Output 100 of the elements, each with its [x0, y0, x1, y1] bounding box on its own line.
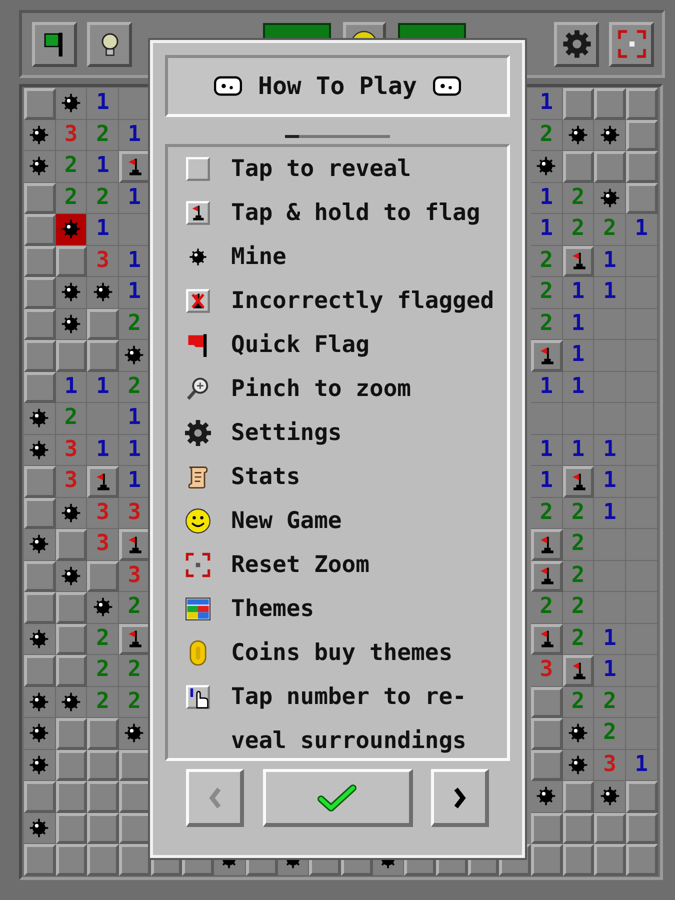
covered-tile[interactable] [56, 750, 88, 781]
number-tile[interactable]: 2 [562, 529, 594, 560]
covered-tile[interactable] [56, 812, 88, 844]
number-tile[interactable]: 1 [562, 277, 594, 308]
number-tile[interactable]: 1 [594, 498, 626, 529]
flagged-tile[interactable] [119, 529, 151, 560]
revealed-tile[interactable] [24, 403, 56, 434]
flagged-tile[interactable] [119, 151, 151, 182]
covered-tile[interactable] [24, 498, 56, 529]
number-tile[interactable]: 1 [56, 372, 88, 403]
number-tile[interactable]: 2 [562, 686, 594, 718]
revealed-tile[interactable] [24, 624, 56, 655]
covered-tile[interactable] [56, 246, 88, 277]
covered-tile[interactable] [56, 781, 88, 812]
number-tile[interactable]: 3 [594, 750, 626, 781]
covered-tile[interactable] [626, 812, 658, 844]
number-tile[interactable]: 2 [594, 686, 626, 718]
revealed-tile[interactable] [56, 308, 88, 340]
number-tile[interactable]: 2 [562, 560, 594, 592]
number-tile[interactable]: 2 [562, 214, 594, 246]
covered-tile[interactable] [87, 718, 120, 750]
number-tile[interactable]: 1 [119, 403, 151, 434]
covered-tile[interactable] [24, 182, 56, 214]
covered-tile[interactable] [24, 308, 56, 340]
number-tile[interactable]: 1 [594, 277, 626, 308]
covered-tile[interactable] [119, 844, 151, 876]
number-tile[interactable]: 2 [531, 120, 563, 151]
number-tile[interactable]: 2 [531, 277, 563, 308]
number-tile[interactable]: 1 [562, 372, 594, 403]
number-tile[interactable]: 1 [87, 372, 120, 403]
covered-tile[interactable] [87, 844, 120, 876]
revealed-tile[interactable] [562, 750, 594, 781]
flagged-tile[interactable] [531, 340, 563, 372]
flag-button[interactable] [32, 22, 77, 66]
revealed-tile[interactable] [87, 277, 120, 308]
covered-tile[interactable] [531, 686, 563, 718]
number-tile[interactable]: 1 [119, 277, 151, 308]
number-tile[interactable]: 2 [56, 403, 88, 434]
covered-tile[interactable] [56, 655, 88, 686]
covered-tile[interactable] [56, 718, 88, 750]
number-tile[interactable]: 1 [562, 308, 594, 340]
covered-tile[interactable] [562, 812, 594, 844]
number-tile[interactable]: 2 [531, 592, 563, 624]
number-tile[interactable]: 2 [562, 498, 594, 529]
revealed-tile[interactable] [24, 151, 56, 182]
number-tile[interactable]: 1 [531, 434, 563, 466]
number-tile[interactable]: 2 [594, 214, 626, 246]
covered-tile[interactable] [56, 592, 88, 624]
flagged-tile[interactable] [87, 466, 120, 498]
covered-tile[interactable] [87, 812, 120, 844]
number-tile[interactable]: 2 [87, 655, 120, 686]
covered-tile[interactable] [24, 844, 56, 876]
number-tile[interactable]: 2 [594, 718, 626, 750]
number-tile[interactable]: 1 [594, 466, 626, 498]
revealed-tile[interactable] [24, 120, 56, 151]
number-tile[interactable]: 3 [56, 434, 88, 466]
number-tile[interactable]: 1 [531, 182, 563, 214]
covered-tile[interactable] [24, 277, 56, 308]
revealed-tile[interactable] [24, 718, 56, 750]
covered-tile[interactable] [594, 844, 626, 876]
covered-tile[interactable] [87, 560, 120, 592]
flagged-tile[interactable] [562, 655, 594, 686]
covered-tile[interactable] [562, 151, 594, 182]
covered-tile[interactable] [56, 624, 88, 655]
covered-tile[interactable] [24, 466, 56, 498]
revealed-tile[interactable] [594, 120, 626, 151]
revealed-tile[interactable] [24, 750, 56, 781]
covered-tile[interactable] [531, 718, 563, 750]
covered-tile[interactable] [531, 750, 563, 781]
covered-tile[interactable] [24, 560, 56, 592]
number-tile[interactable]: 2 [562, 624, 594, 655]
number-tile[interactable]: 1 [87, 88, 120, 120]
number-tile[interactable]: 1 [594, 655, 626, 686]
revealed-tile[interactable] [24, 812, 56, 844]
revealed-tile[interactable] [531, 781, 563, 812]
number-tile[interactable]: 2 [56, 151, 88, 182]
covered-tile[interactable] [24, 655, 56, 686]
number-tile[interactable]: 1 [531, 372, 563, 403]
confirm-button[interactable] [262, 769, 412, 827]
covered-tile[interactable] [24, 781, 56, 812]
number-tile[interactable]: 1 [562, 340, 594, 372]
number-tile[interactable]: 1 [531, 214, 563, 246]
covered-tile[interactable] [24, 592, 56, 624]
covered-tile[interactable] [24, 214, 56, 246]
number-tile[interactable]: 2 [87, 624, 120, 655]
next-button[interactable] [431, 769, 489, 827]
number-tile[interactable]: 1 [531, 88, 563, 120]
revealed-tile[interactable] [24, 529, 56, 560]
number-tile[interactable]: 1 [594, 624, 626, 655]
number-tile[interactable]: 1 [87, 434, 120, 466]
revealed-tile[interactable] [562, 718, 594, 750]
number-tile[interactable]: 2 [119, 592, 151, 624]
revealed-tile[interactable] [594, 781, 626, 812]
revealed-tile[interactable] [119, 718, 151, 750]
number-tile[interactable]: 1 [562, 434, 594, 466]
number-tile[interactable]: 3 [87, 246, 120, 277]
number-tile[interactable]: 1 [626, 750, 658, 781]
flagged-tile[interactable] [562, 246, 594, 277]
number-tile[interactable]: 1 [87, 151, 120, 182]
covered-tile[interactable] [562, 781, 594, 812]
